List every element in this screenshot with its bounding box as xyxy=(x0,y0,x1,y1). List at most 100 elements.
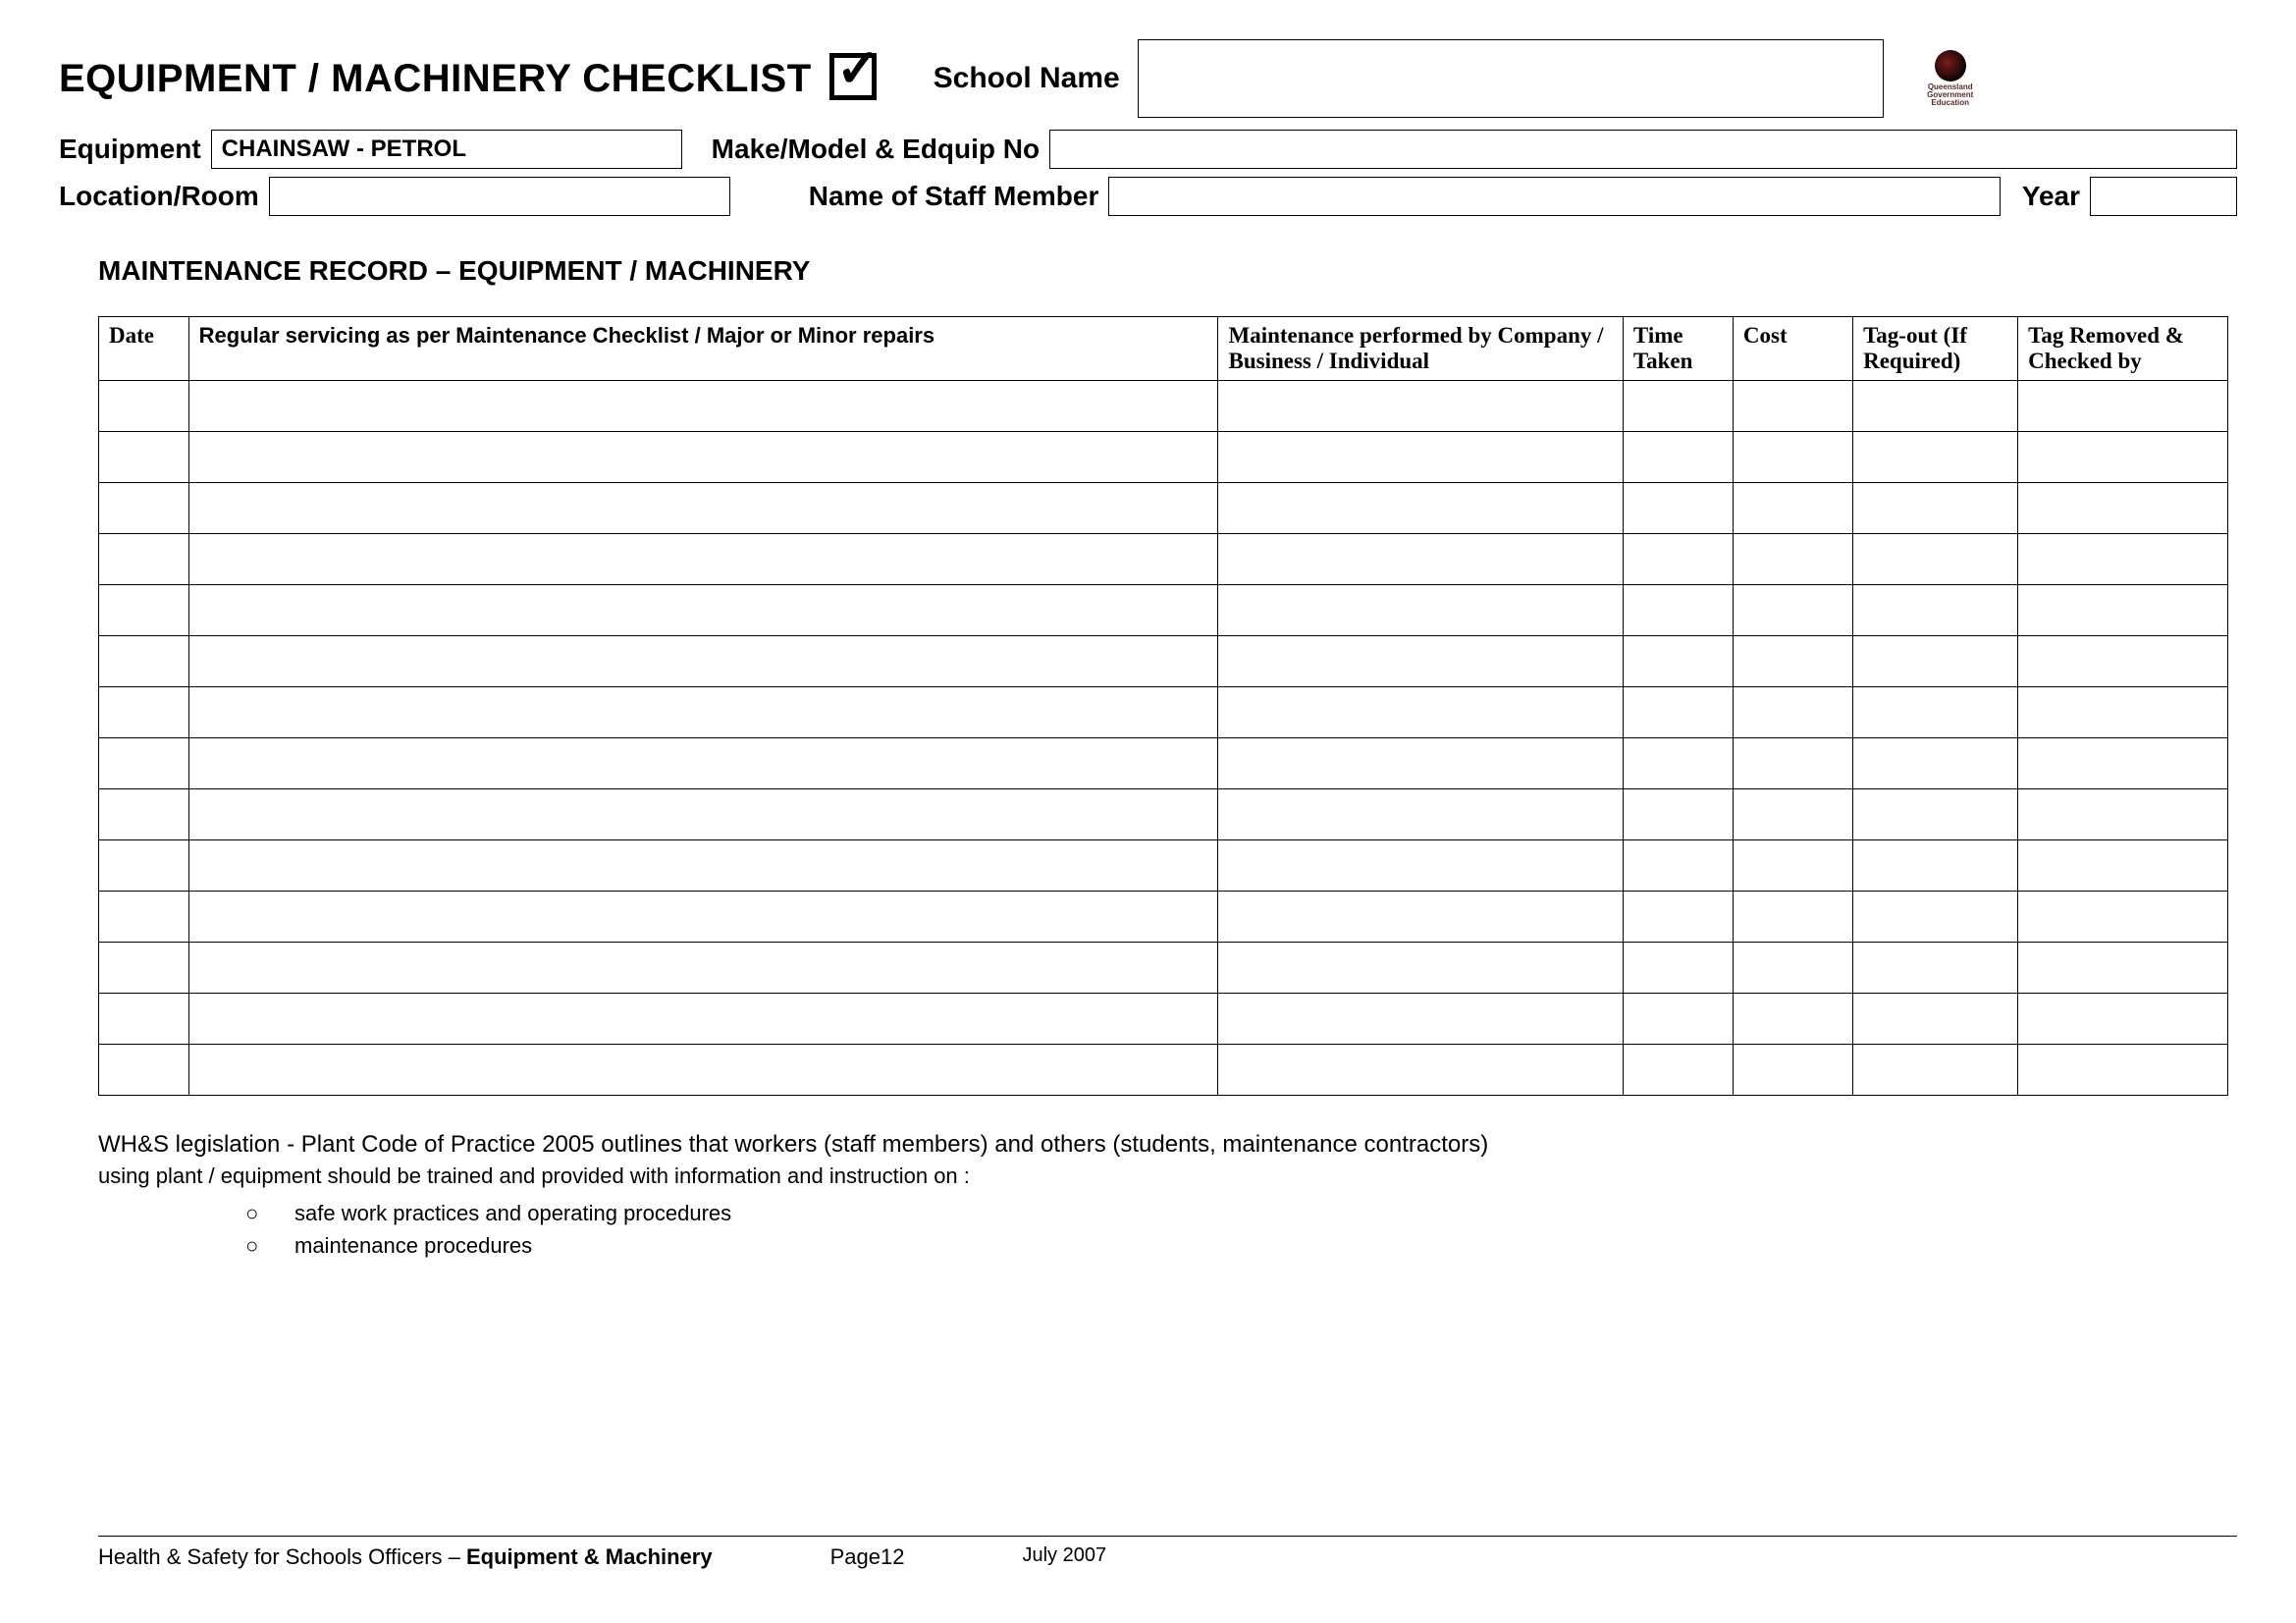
table-cell[interactable] xyxy=(1733,892,1852,943)
table-cell[interactable] xyxy=(188,636,1218,687)
table-cell[interactable] xyxy=(1853,943,2018,994)
table-cell[interactable] xyxy=(1733,687,1852,738)
table-cell[interactable] xyxy=(1733,636,1852,687)
table-cell[interactable] xyxy=(2018,687,2228,738)
table-cell[interactable] xyxy=(1623,738,1733,789)
table-cell[interactable] xyxy=(1853,381,2018,432)
table-cell[interactable] xyxy=(188,432,1218,483)
table-cell[interactable] xyxy=(1853,994,2018,1045)
staff-field[interactable] xyxy=(1108,177,2000,216)
table-cell[interactable] xyxy=(99,994,189,1045)
table-cell[interactable] xyxy=(99,687,189,738)
table-cell[interactable] xyxy=(99,892,189,943)
table-cell[interactable] xyxy=(1218,994,1623,1045)
table-cell[interactable] xyxy=(99,534,189,585)
table-cell[interactable] xyxy=(1218,381,1623,432)
table-cell[interactable] xyxy=(188,534,1218,585)
table-row[interactable] xyxy=(99,994,2228,1045)
table-cell[interactable] xyxy=(1853,892,2018,943)
table-cell[interactable] xyxy=(1733,738,1852,789)
table-cell[interactable] xyxy=(1218,1045,1623,1096)
table-cell[interactable] xyxy=(1853,738,2018,789)
table-row[interactable] xyxy=(99,381,2228,432)
table-cell[interactable] xyxy=(2018,534,2228,585)
table-cell[interactable] xyxy=(2018,585,2228,636)
table-cell[interactable] xyxy=(1218,789,1623,840)
table-cell[interactable] xyxy=(1733,534,1852,585)
table-cell[interactable] xyxy=(1853,534,2018,585)
make-model-field[interactable] xyxy=(1049,130,2237,169)
table-cell[interactable] xyxy=(188,892,1218,943)
table-cell[interactable] xyxy=(1218,687,1623,738)
table-cell[interactable] xyxy=(2018,840,2228,892)
table-cell[interactable] xyxy=(188,1045,1218,1096)
table-cell[interactable] xyxy=(2018,789,2228,840)
table-cell[interactable] xyxy=(1623,381,1733,432)
table-cell[interactable] xyxy=(1218,483,1623,534)
table-cell[interactable] xyxy=(1853,1045,2018,1096)
table-cell[interactable] xyxy=(2018,636,2228,687)
table-cell[interactable] xyxy=(99,738,189,789)
table-cell[interactable] xyxy=(188,585,1218,636)
table-cell[interactable] xyxy=(1853,789,2018,840)
table-cell[interactable] xyxy=(1623,636,1733,687)
table-cell[interactable] xyxy=(1733,432,1852,483)
table-cell[interactable] xyxy=(99,840,189,892)
table-cell[interactable] xyxy=(188,381,1218,432)
table-cell[interactable] xyxy=(99,483,189,534)
table-cell[interactable] xyxy=(1218,943,1623,994)
table-cell[interactable] xyxy=(1853,636,2018,687)
table-cell[interactable] xyxy=(188,943,1218,994)
table-cell[interactable] xyxy=(1853,483,2018,534)
table-cell[interactable] xyxy=(1218,840,1623,892)
table-row[interactable] xyxy=(99,1045,2228,1096)
table-row[interactable] xyxy=(99,738,2228,789)
table-cell[interactable] xyxy=(1623,534,1733,585)
table-cell[interactable] xyxy=(1623,789,1733,840)
table-cell[interactable] xyxy=(2018,738,2228,789)
table-cell[interactable] xyxy=(99,943,189,994)
table-cell[interactable] xyxy=(1623,432,1733,483)
table-cell[interactable] xyxy=(1623,943,1733,994)
table-cell[interactable] xyxy=(2018,483,2228,534)
table-cell[interactable] xyxy=(188,789,1218,840)
table-cell[interactable] xyxy=(188,687,1218,738)
table-cell[interactable] xyxy=(1623,1045,1733,1096)
table-cell[interactable] xyxy=(1733,1045,1852,1096)
year-field[interactable] xyxy=(2090,177,2237,216)
table-row[interactable] xyxy=(99,483,2228,534)
table-cell[interactable] xyxy=(1733,840,1852,892)
table-cell[interactable] xyxy=(1218,534,1623,585)
table-cell[interactable] xyxy=(99,432,189,483)
table-cell[interactable] xyxy=(1733,994,1852,1045)
table-cell[interactable] xyxy=(1733,943,1852,994)
table-row[interactable] xyxy=(99,943,2228,994)
table-cell[interactable] xyxy=(2018,892,2228,943)
table-cell[interactable] xyxy=(2018,1045,2228,1096)
location-field[interactable] xyxy=(269,177,730,216)
table-cell[interactable] xyxy=(99,1045,189,1096)
table-cell[interactable] xyxy=(1623,892,1733,943)
school-name-field[interactable] xyxy=(1138,39,1884,118)
table-cell[interactable] xyxy=(188,738,1218,789)
equipment-field[interactable]: CHAINSAW - PETROL xyxy=(211,130,682,169)
table-cell[interactable] xyxy=(188,483,1218,534)
table-row[interactable] xyxy=(99,534,2228,585)
table-cell[interactable] xyxy=(1853,432,2018,483)
table-cell[interactable] xyxy=(1623,585,1733,636)
table-row[interactable] xyxy=(99,892,2228,943)
table-cell[interactable] xyxy=(2018,381,2228,432)
table-row[interactable] xyxy=(99,840,2228,892)
table-cell[interactable] xyxy=(188,994,1218,1045)
table-cell[interactable] xyxy=(1623,687,1733,738)
table-row[interactable] xyxy=(99,636,2228,687)
table-cell[interactable] xyxy=(1853,840,2018,892)
table-cell[interactable] xyxy=(1853,585,2018,636)
table-cell[interactable] xyxy=(99,636,189,687)
table-cell[interactable] xyxy=(1218,585,1623,636)
table-cell[interactable] xyxy=(99,585,189,636)
table-cell[interactable] xyxy=(2018,943,2228,994)
table-cell[interactable] xyxy=(1218,432,1623,483)
table-cell[interactable] xyxy=(1623,840,1733,892)
table-cell[interactable] xyxy=(1623,483,1733,534)
